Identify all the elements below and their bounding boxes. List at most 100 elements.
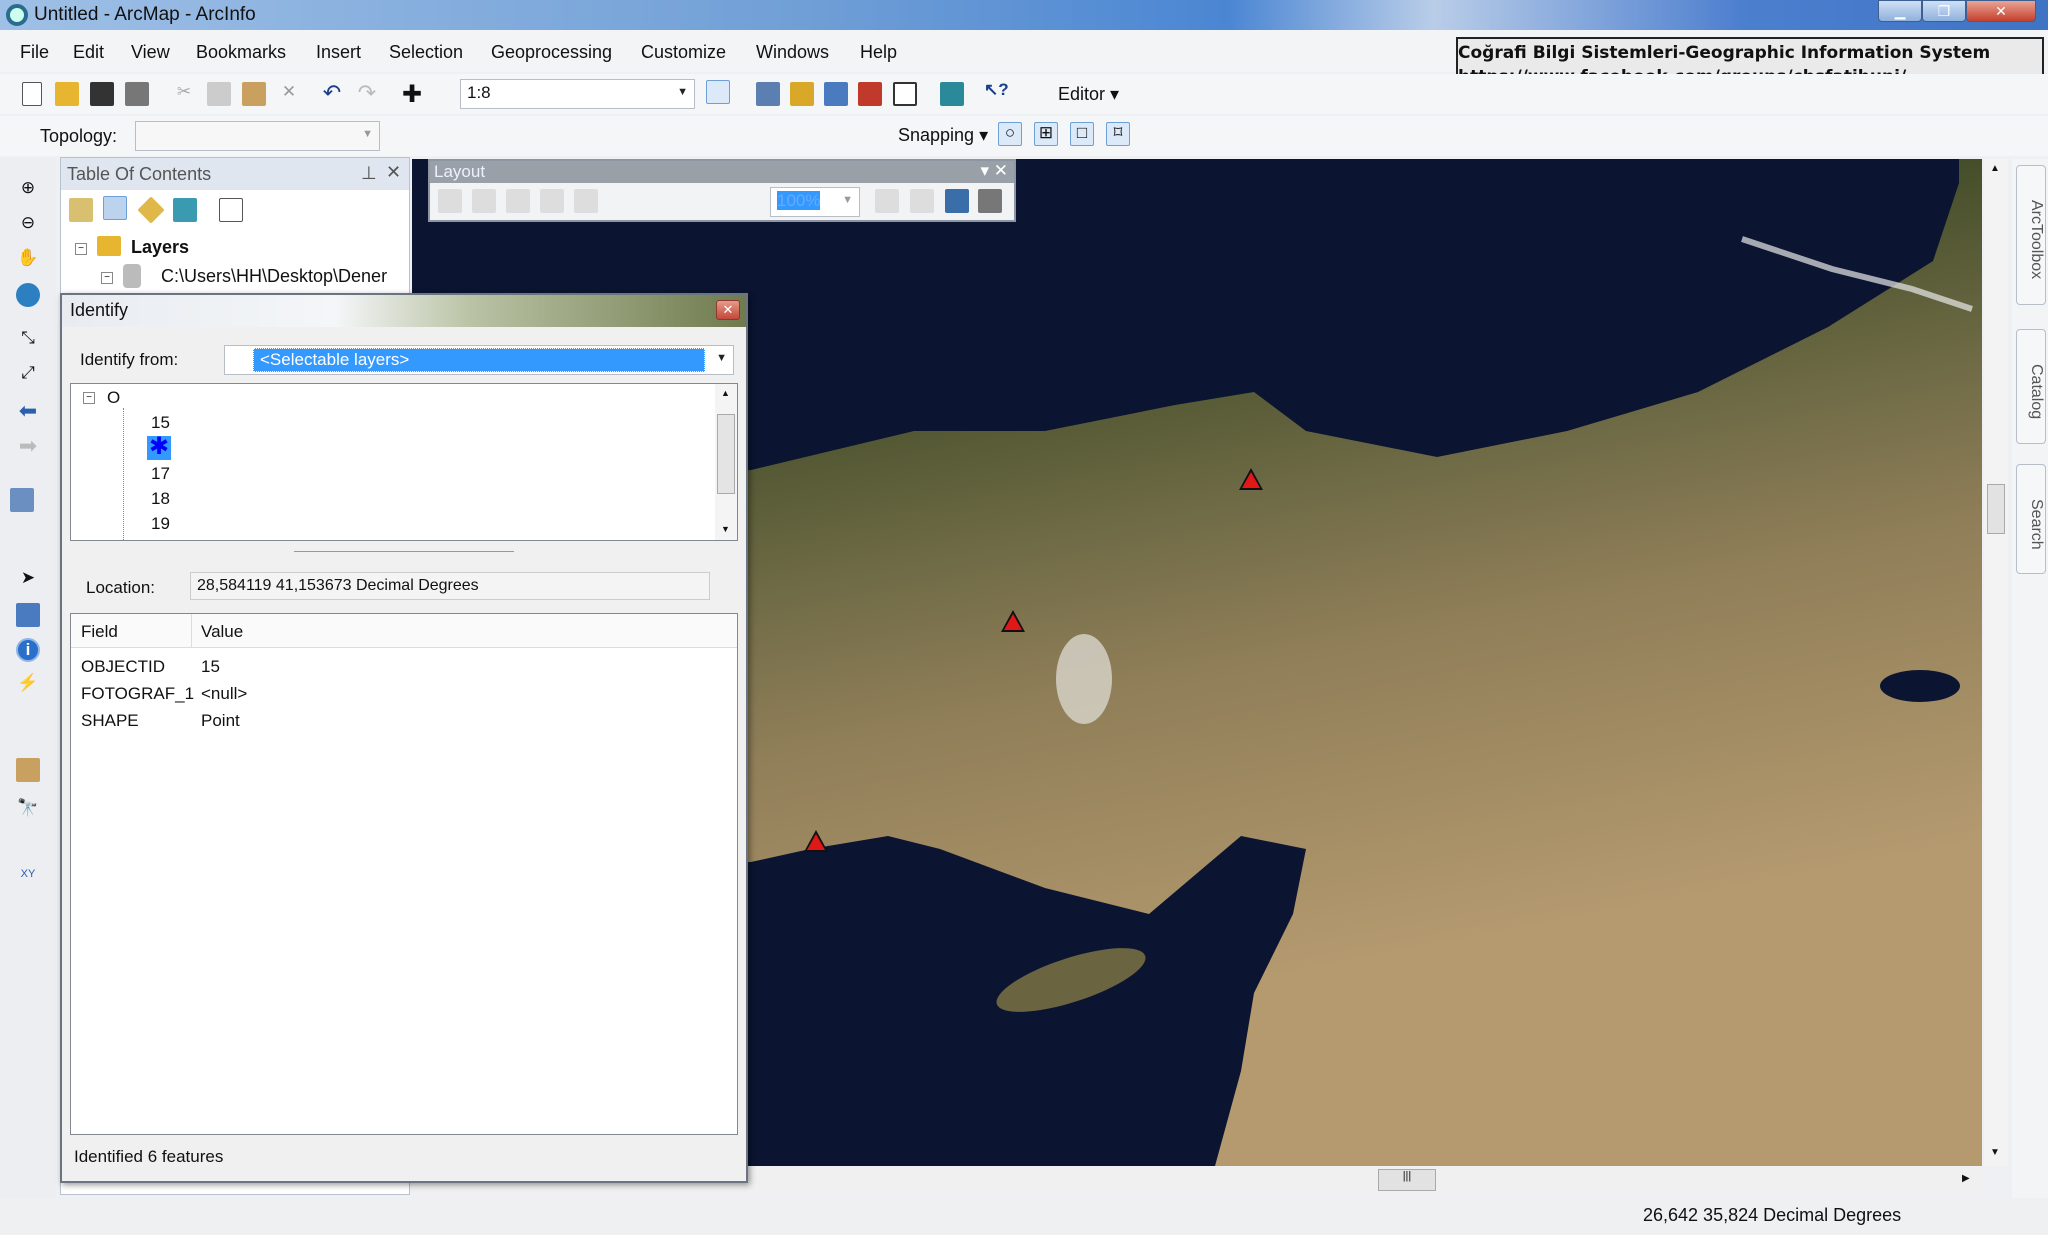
- whats-this-icon[interactable]: ↖?: [984, 80, 1009, 104]
- focus-data-frame-icon[interactable]: [910, 189, 934, 213]
- layout-zoom-in-icon[interactable]: [438, 189, 462, 213]
- data-driven-pages-icon[interactable]: [978, 189, 1002, 213]
- arctoolbox-icon[interactable]: [858, 82, 882, 106]
- measure-icon[interactable]: [16, 758, 40, 782]
- point-marker[interactable]: [804, 830, 828, 852]
- identify-icon[interactable]: i: [16, 638, 40, 662]
- end-snapping-icon[interactable]: ⊞: [1034, 122, 1058, 146]
- identify-from-dropdown[interactable]: <Selectable layers> ▼: [224, 345, 734, 375]
- save-icon[interactable]: [90, 82, 114, 106]
- identify-close-button[interactable]: ✕: [716, 300, 740, 320]
- vertical-scroll-thumb[interactable]: [1987, 484, 2005, 534]
- fixed-zoom-out-icon[interactable]: ⤢: [16, 363, 40, 387]
- scroll-up-icon[interactable]: ▲: [721, 388, 730, 398]
- layout-zoom-combo[interactable]: 100% ▼: [770, 187, 860, 217]
- search-window-icon[interactable]: [824, 82, 848, 106]
- close-icon[interactable]: ✕: [386, 162, 401, 183]
- tree-item[interactable]: 19: [151, 514, 170, 534]
- hyperlink-icon[interactable]: ⚡: [16, 673, 40, 697]
- find-icon[interactable]: 🔭: [16, 798, 40, 822]
- horizontal-scroll-thumb[interactable]: |||: [1378, 1169, 1436, 1191]
- close-window-button[interactable]: ✕: [1966, 0, 2036, 22]
- layers-expand-toggle[interactable]: −: [75, 243, 87, 255]
- new-document-icon[interactable]: [22, 82, 42, 106]
- menu-bookmarks[interactable]: Bookmarks: [196, 42, 286, 63]
- layer-source-path[interactable]: C:\Users\HH\Desktop\Dener: [161, 266, 387, 287]
- catalog-tab[interactable]: Catalog: [2016, 329, 2046, 444]
- menu-edit[interactable]: Edit: [73, 42, 104, 63]
- delete-icon[interactable]: ✕: [277, 82, 301, 106]
- point-marker[interactable]: [1001, 610, 1025, 632]
- scroll-right-icon[interactable]: ▶: [1962, 1173, 1970, 1184]
- vertex-snapping-icon[interactable]: □: [1070, 122, 1094, 146]
- source-expand-toggle[interactable]: −: [101, 272, 113, 284]
- point-snapping-icon[interactable]: ○: [998, 122, 1022, 146]
- add-data-icon[interactable]: ✚: [400, 80, 424, 108]
- model-builder-icon[interactable]: [940, 82, 964, 106]
- layout-zoom-out-icon[interactable]: [472, 189, 496, 213]
- menu-view[interactable]: View: [131, 42, 170, 63]
- scroll-down-icon[interactable]: ▼: [1990, 1147, 2000, 1158]
- point-marker[interactable]: [1239, 468, 1263, 490]
- python-window-icon[interactable]: [893, 82, 917, 106]
- editor-menu[interactable]: Editor ▾: [1058, 84, 1119, 105]
- html-popup-icon[interactable]: [16, 603, 40, 627]
- menu-customize[interactable]: Customize: [641, 42, 726, 63]
- column-header-value[interactable]: Value: [201, 622, 243, 642]
- tree-item-selected[interactable]: ✱: [147, 435, 171, 460]
- snapping-menu[interactable]: Snapping ▾: [898, 125, 988, 146]
- layout-pan-icon[interactable]: [506, 189, 530, 213]
- open-folder-icon[interactable]: [55, 82, 79, 106]
- tree-item[interactable]: 15: [151, 413, 170, 433]
- options-icon[interactable]: [219, 198, 243, 222]
- paste-icon[interactable]: [242, 82, 266, 106]
- topology-combo[interactable]: ▼: [135, 121, 380, 151]
- tree-scroll-thumb[interactable]: [717, 414, 735, 494]
- fixed-zoom-in-icon[interactable]: ⤡: [16, 328, 40, 352]
- zoom-100-icon[interactable]: [574, 189, 598, 213]
- pan-icon[interactable]: ✋: [16, 248, 40, 272]
- catalog-window-icon[interactable]: [790, 82, 814, 106]
- menu-windows[interactable]: Windows: [756, 42, 829, 63]
- tree-scrollbar[interactable]: ▲ ▼: [715, 384, 737, 540]
- map-vertical-scrollbar[interactable]: ▲ ▼: [1984, 159, 2008, 1166]
- maximize-button[interactable]: ❐: [1922, 0, 1966, 22]
- edge-snapping-icon[interactable]: ⌑: [1106, 122, 1130, 146]
- select-features-icon[interactable]: [10, 488, 34, 512]
- go-to-xy-icon[interactable]: XY: [16, 868, 40, 892]
- undo-icon[interactable]: ↶: [320, 80, 344, 105]
- full-extent-icon[interactable]: [16, 283, 40, 307]
- map-scale-combo[interactable]: 1:8 ▼: [460, 79, 695, 109]
- list-by-drawing-order-icon[interactable]: [69, 198, 93, 222]
- copy-icon[interactable]: [207, 82, 231, 106]
- tree-item[interactable]: 17: [151, 464, 170, 484]
- print-icon[interactable]: [125, 82, 149, 106]
- scroll-down-icon[interactable]: ▼: [721, 524, 730, 534]
- tree-collapse-toggle[interactable]: −: [83, 392, 95, 404]
- redo-icon[interactable]: ↷: [355, 80, 379, 105]
- menu-help[interactable]: Help: [860, 42, 897, 63]
- close-icon[interactable]: ▾ ✕: [980, 161, 1008, 181]
- editor-toolbar-icon[interactable]: [706, 80, 730, 104]
- back-extent-icon[interactable]: ⬅: [16, 398, 40, 423]
- column-header-field[interactable]: Field: [81, 622, 118, 642]
- toggle-draft-mode-icon[interactable]: [875, 189, 899, 213]
- menu-selection[interactable]: Selection: [389, 42, 463, 63]
- menu-geoprocessing[interactable]: Geoprocessing: [491, 42, 612, 63]
- list-by-source-icon[interactable]: [103, 196, 127, 220]
- change-layout-icon[interactable]: [945, 189, 969, 213]
- menu-file[interactable]: File: [20, 42, 49, 63]
- pin-icon[interactable]: ⊥: [361, 163, 377, 184]
- search-tab[interactable]: Search: [2016, 464, 2046, 574]
- identify-title-bar[interactable]: Identify ✕: [62, 295, 746, 327]
- menu-insert[interactable]: Insert: [316, 42, 361, 63]
- list-by-selection-icon[interactable]: [173, 198, 197, 222]
- list-by-visibility-icon[interactable]: [137, 196, 165, 224]
- layers-root[interactable]: Layers: [131, 237, 189, 258]
- zoom-out-icon[interactable]: ⊖: [16, 213, 40, 237]
- minimize-button[interactable]: ▁: [1878, 0, 1922, 22]
- forward-extent-icon[interactable]: ➡: [16, 433, 40, 458]
- tree-root-layer[interactable]: O: [107, 388, 120, 408]
- select-elements-icon[interactable]: ➤: [16, 568, 40, 592]
- toc-window-icon[interactable]: [756, 82, 780, 106]
